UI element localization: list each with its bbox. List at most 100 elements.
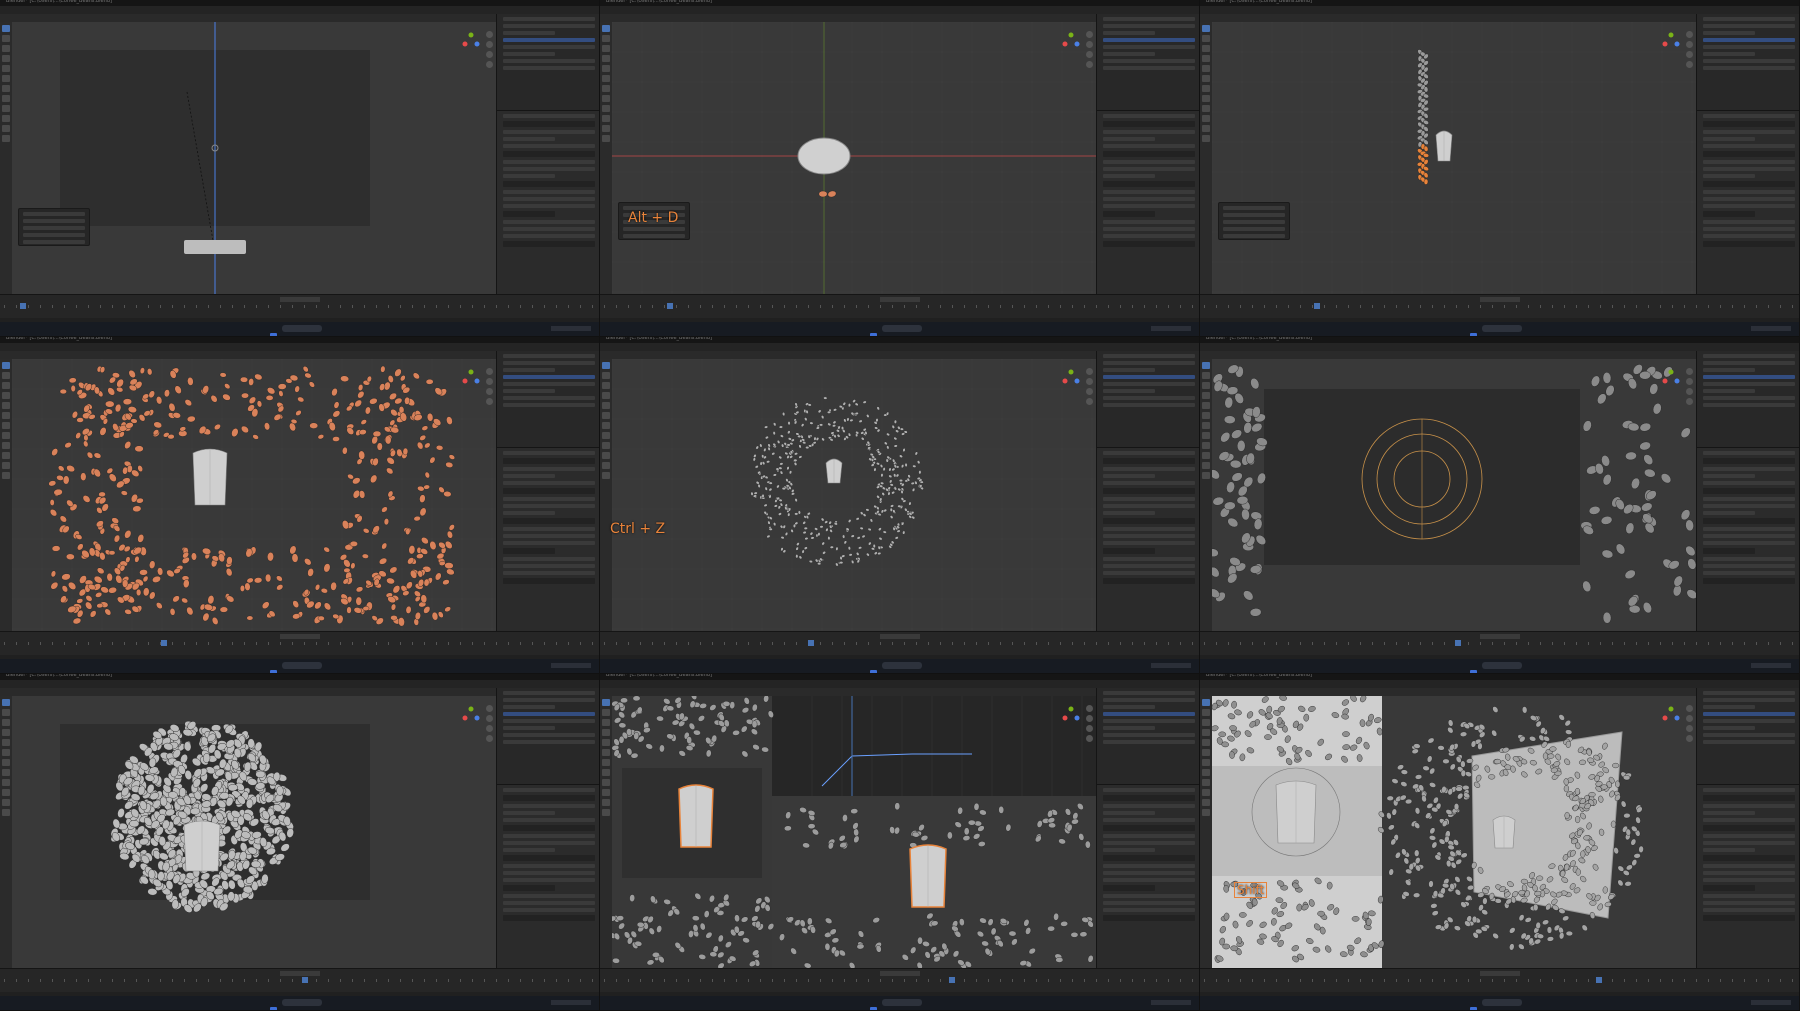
property-row[interactable] xyxy=(1703,841,1795,845)
tool-button[interactable] xyxy=(2,95,10,102)
property-row[interactable] xyxy=(1703,130,1795,134)
property-row[interactable] xyxy=(1103,481,1195,485)
property-row[interactable] xyxy=(1103,474,1155,478)
tool-button[interactable] xyxy=(602,749,610,756)
property-row[interactable] xyxy=(1103,190,1195,194)
tool-button[interactable] xyxy=(1202,442,1210,449)
nav-button[interactable] xyxy=(1085,705,1093,712)
search-icon[interactable] xyxy=(882,662,922,669)
property-row[interactable] xyxy=(1103,511,1155,515)
tool-button[interactable] xyxy=(1202,362,1210,369)
property-row[interactable] xyxy=(1703,458,1795,464)
tool-button[interactable] xyxy=(1202,422,1210,429)
property-row[interactable] xyxy=(1103,788,1195,792)
nav-button[interactable] xyxy=(1685,51,1693,58)
outliner-row[interactable] xyxy=(1703,726,1755,730)
property-row[interactable] xyxy=(503,488,595,494)
outliner-row[interactable] xyxy=(503,705,555,709)
outliner-row[interactable] xyxy=(503,45,595,49)
tool-button[interactable] xyxy=(602,85,610,92)
outliner-row[interactable] xyxy=(503,52,555,56)
nav-button[interactable] xyxy=(1685,41,1693,48)
tool-button[interactable] xyxy=(602,699,610,706)
property-row[interactable] xyxy=(503,511,555,515)
tool-button[interactable] xyxy=(1202,392,1210,399)
gizmo-axis-icon[interactable] xyxy=(460,367,482,389)
play-icon[interactable] xyxy=(880,971,920,976)
3d-viewport[interactable] xyxy=(612,696,1096,968)
nav-button[interactable] xyxy=(485,31,493,38)
outliner-row[interactable] xyxy=(1703,375,1795,379)
property-row[interactable] xyxy=(503,130,595,134)
outliner-row[interactable] xyxy=(503,375,595,379)
property-row[interactable] xyxy=(503,578,595,584)
nav-button[interactable] xyxy=(1685,388,1693,395)
tool-button[interactable] xyxy=(602,382,610,389)
outliner-row[interactable] xyxy=(1103,31,1155,35)
property-row[interactable] xyxy=(1703,795,1795,801)
property-row[interactable] xyxy=(503,518,595,524)
frame-cursor[interactable] xyxy=(1314,303,1320,309)
property-row[interactable] xyxy=(1103,234,1195,238)
outliner-row[interactable] xyxy=(1103,17,1195,21)
property-row[interactable] xyxy=(1103,130,1195,134)
tool-button[interactable] xyxy=(2,699,10,706)
outliner-row[interactable] xyxy=(1103,38,1195,42)
operator-row[interactable] xyxy=(23,212,85,216)
operator-row[interactable] xyxy=(623,227,685,231)
property-row[interactable] xyxy=(1703,481,1795,485)
nav-button[interactable] xyxy=(485,378,493,385)
outliner-row[interactable] xyxy=(503,361,595,365)
tool-button[interactable] xyxy=(1202,729,1210,736)
gizmo-axis-icon[interactable] xyxy=(1060,704,1082,726)
outliner-row[interactable] xyxy=(503,382,595,386)
tool-button[interactable] xyxy=(2,759,10,766)
tool-button[interactable] xyxy=(1202,135,1210,142)
outliner-row[interactable] xyxy=(1703,712,1795,716)
tool-button[interactable] xyxy=(602,709,610,716)
property-row[interactable] xyxy=(503,121,595,127)
gizmo-axis-icon[interactable] xyxy=(1660,367,1682,389)
property-row[interactable] xyxy=(1103,534,1195,538)
property-row[interactable] xyxy=(503,834,595,838)
property-row[interactable] xyxy=(503,788,595,792)
property-row[interactable] xyxy=(1103,578,1195,584)
property-row[interactable] xyxy=(1703,220,1795,224)
property-row[interactable] xyxy=(503,571,595,575)
property-row[interactable] xyxy=(1703,167,1795,171)
nav-button[interactable] xyxy=(485,61,493,68)
nav-button[interactable] xyxy=(1685,378,1693,385)
frame-cursor[interactable] xyxy=(302,977,308,983)
outliner-row[interactable] xyxy=(503,698,595,702)
search-icon[interactable] xyxy=(282,999,322,1006)
play-icon[interactable] xyxy=(1480,297,1520,302)
property-row[interactable] xyxy=(503,878,595,882)
tool-button[interactable] xyxy=(2,442,10,449)
tool-button[interactable] xyxy=(602,769,610,776)
tool-button[interactable] xyxy=(1202,769,1210,776)
property-row[interactable] xyxy=(503,467,595,471)
tool-button[interactable] xyxy=(1202,759,1210,766)
property-row[interactable] xyxy=(1703,788,1795,792)
property-row[interactable] xyxy=(503,557,595,561)
tool-button[interactable] xyxy=(1202,75,1210,82)
outliner-row[interactable] xyxy=(1103,361,1195,365)
property-row[interactable] xyxy=(1103,174,1155,178)
property-row[interactable] xyxy=(1103,114,1195,118)
tool-button[interactable] xyxy=(1202,115,1210,122)
outliner-row[interactable] xyxy=(1703,31,1755,35)
nav-button[interactable] xyxy=(485,398,493,405)
property-row[interactable] xyxy=(1103,211,1155,217)
nav-button[interactable] xyxy=(1085,388,1093,395)
property-row[interactable] xyxy=(503,474,555,478)
tool-button[interactable] xyxy=(2,372,10,379)
property-row[interactable] xyxy=(503,841,595,845)
outliner-row[interactable] xyxy=(1103,66,1195,70)
tool-button[interactable] xyxy=(2,719,10,726)
tool-button[interactable] xyxy=(2,452,10,459)
operator-panel[interactable] xyxy=(1218,202,1290,240)
property-row[interactable] xyxy=(1103,151,1195,157)
property-row[interactable] xyxy=(1703,160,1795,164)
property-row[interactable] xyxy=(1703,825,1795,831)
tool-button[interactable] xyxy=(602,45,610,52)
